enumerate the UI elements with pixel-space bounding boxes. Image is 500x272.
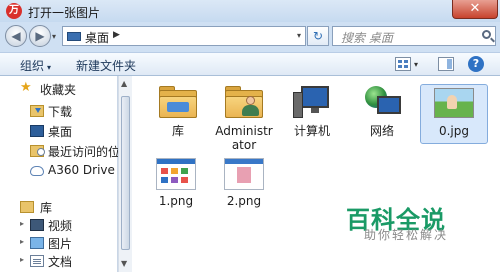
address-dropdown-icon[interactable]: ▾: [297, 31, 301, 40]
file-label: 0.jpg: [438, 124, 470, 138]
view-options-dropdown[interactable]: ▾: [414, 60, 418, 69]
nav-item-documents[interactable]: ▸ 文档: [0, 252, 118, 270]
address-location[interactable]: 桌面: [85, 29, 109, 46]
nav-item-label: 下载: [48, 105, 73, 119]
nav-item-pictures[interactable]: ▸ 图片: [0, 234, 118, 252]
nav-libraries-label: 库: [40, 201, 53, 215]
nav-item-label: 图片: [48, 237, 73, 251]
nav-item-a360[interactable]: A360 Drive: [0, 162, 118, 180]
expand-icon[interactable]: ▸: [20, 219, 24, 228]
chevron-down-icon: ▾: [47, 63, 52, 72]
scroll-thumb[interactable]: [121, 96, 130, 250]
back-button[interactable]: ◀: [5, 25, 27, 47]
title-bar[interactable]: 万 打开一张图片 ✕: [0, 0, 500, 22]
nav-scrollbar[interactable]: ▲ ▼: [118, 76, 132, 272]
nav-item-label: 桌面: [48, 125, 73, 139]
organize-label: 组织: [20, 59, 45, 73]
pictures-icon: [30, 237, 44, 249]
search-icon[interactable]: [482, 30, 491, 39]
change-view-icon[interactable]: [395, 57, 411, 71]
scroll-up-icon[interactable]: ▲: [121, 79, 127, 88]
file-label: 2.png: [226, 194, 262, 208]
videos-icon: [30, 219, 44, 231]
recent-places-icon: [30, 145, 45, 157]
address-row: ◀ ▶ ▾ 桌面 ▶ ▾ ↻ 搜索 桌面: [0, 22, 500, 50]
library-folder-icon: [159, 86, 197, 118]
file-label: 1.png: [158, 194, 194, 208]
organize-button[interactable]: 组织 ▾: [20, 57, 51, 74]
computer-icon: [293, 86, 331, 120]
expand-icon[interactable]: ▸: [20, 255, 24, 264]
forward-button[interactable]: ▶: [29, 25, 51, 47]
refresh-button[interactable]: ↻: [307, 26, 329, 46]
breadcrumb-separator-icon[interactable]: ▶: [113, 30, 120, 40]
recent-locations-dropdown[interactable]: ▾: [52, 32, 56, 41]
expand-icon[interactable]: ▸: [20, 237, 24, 246]
address-bar[interactable]: 桌面 ▶ ▾: [62, 26, 306, 46]
network-icon: [363, 86, 401, 120]
app-logo-icon: 万: [6, 3, 22, 19]
favorites-star-icon: ★: [20, 80, 32, 95]
refresh-icon: ↻: [312, 29, 324, 43]
nav-libraries[interactable]: 库: [0, 198, 118, 216]
window-title: 打开一张图片: [28, 6, 101, 20]
preview-pane-icon[interactable]: [438, 57, 454, 71]
image-thumbnail-icon: [224, 158, 264, 190]
close-button[interactable]: ✕: [452, 0, 498, 19]
cloud-drive-icon: [30, 166, 44, 176]
image-thumbnail-icon: [434, 88, 474, 118]
scroll-down-icon[interactable]: ▼: [121, 259, 127, 268]
desktop-icon: [30, 125, 44, 137]
command-bar: 组织 ▾ 新建文件夹 ▾ ?: [0, 52, 500, 76]
search-placeholder[interactable]: 搜索 桌面: [341, 29, 393, 46]
file-label: 计算机: [293, 124, 330, 138]
desktop-location-icon: [67, 32, 81, 41]
nav-item-recent[interactable]: 最近访问的位置: [0, 142, 132, 160]
user-folder-icon: [225, 86, 263, 118]
nav-item-videos[interactable]: ▸ 视频: [0, 216, 118, 234]
nav-item-label: 文档: [48, 255, 73, 269]
libraries-icon: [20, 201, 34, 213]
nav-item-label: 视频: [48, 219, 73, 233]
nav-favorites[interactable]: ★ 收藏夹: [0, 80, 118, 98]
search-box[interactable]: 搜索 桌面: [332, 26, 496, 46]
navigation-pane: ★ 收藏夹 下载 桌面 最近访问的位置 A360 Drive 库 ▸ 视频 ▸ …: [0, 76, 132, 272]
new-folder-button[interactable]: 新建文件夹: [76, 57, 136, 74]
file-label: 网络: [369, 124, 394, 138]
file-label: 库: [171, 124, 184, 138]
watermark-subtitle: 助你轻松解决: [364, 228, 449, 242]
file-label: Administrator: [215, 124, 273, 152]
nav-item-desktop[interactable]: 桌面: [0, 122, 118, 140]
documents-icon: [30, 255, 44, 267]
file-open-dialog: 万 打开一张图片 ✕ ◀ ▶ ▾ 桌面 ▶ ▾ ↻ 搜索 桌面 组织 ▾ 新建文件…: [0, 0, 500, 272]
back-arrow-icon: ◀: [11, 29, 21, 43]
forward-arrow-icon: ▶: [35, 29, 45, 43]
image-thumbnail-icon: [156, 158, 196, 190]
nav-item-label: A360 Drive: [48, 163, 115, 177]
download-folder-icon: [30, 105, 44, 117]
help-icon[interactable]: ?: [468, 56, 484, 72]
nav-favorites-label: 收藏夹: [40, 83, 77, 97]
nav-item-downloads[interactable]: 下载: [0, 102, 118, 120]
